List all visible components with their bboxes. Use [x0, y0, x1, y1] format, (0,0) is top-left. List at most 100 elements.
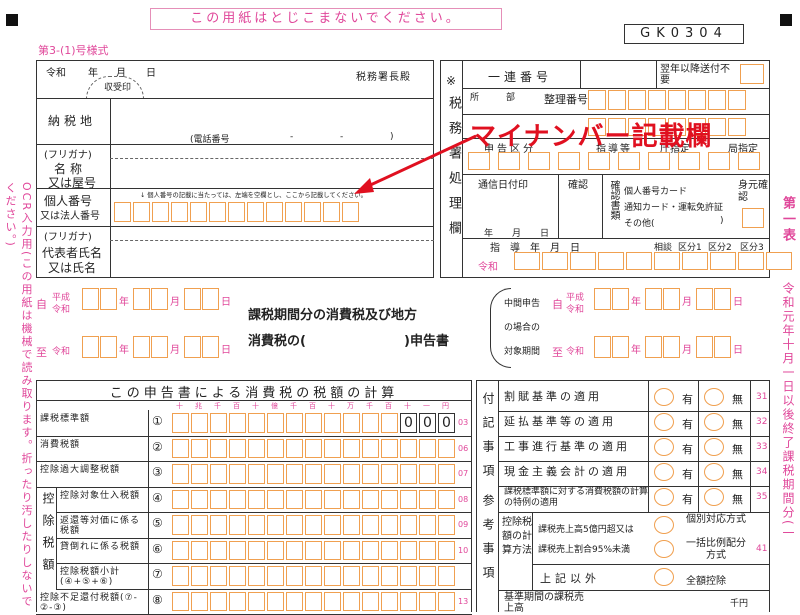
- amount-digit-box[interactable]: [343, 464, 360, 484]
- amount-digit-box[interactable]: [210, 566, 227, 586]
- amount-digit-box[interactable]: [248, 464, 265, 484]
- amount-digit-box[interactable]: [343, 438, 360, 458]
- mynumber-digit-box[interactable]: [285, 202, 302, 222]
- next-year-box[interactable]: [740, 64, 764, 84]
- amount-digit-box[interactable]: [324, 566, 341, 586]
- amount-digit-box[interactable]: [267, 566, 284, 586]
- amount-digit-box[interactable]: [381, 413, 398, 433]
- amount-digit-box[interactable]: [305, 413, 322, 433]
- note-no-box[interactable]: [704, 438, 724, 456]
- office-code-box[interactable]: [738, 152, 760, 170]
- amount-digit-box[interactable]: [419, 515, 436, 535]
- amount-digit-box[interactable]: [362, 515, 379, 535]
- mid-from-digit-box[interactable]: [594, 288, 611, 310]
- ledger-digit-box[interactable]: [588, 90, 606, 110]
- period-from-digit-box[interactable]: [133, 288, 150, 310]
- mynumber-digit-box[interactable]: [171, 202, 188, 222]
- amount-digit-box[interactable]: [267, 540, 284, 560]
- amount-digit-box[interactable]: [305, 464, 322, 484]
- amount-digit-box[interactable]: [362, 413, 379, 433]
- ledger-digit-box[interactable]: [688, 90, 706, 110]
- amount-digit-box[interactable]: 0: [438, 413, 455, 433]
- office-code-box[interactable]: [678, 152, 700, 170]
- mynumber-digit-box[interactable]: [247, 202, 264, 222]
- amount-digit-box[interactable]: [267, 489, 284, 509]
- amount-digit-box[interactable]: [438, 591, 455, 611]
- amount-digit-box[interactable]: [267, 413, 284, 433]
- amount-digit-box[interactable]: [381, 464, 398, 484]
- amount-digit-box[interactable]: [210, 489, 227, 509]
- note-no-box[interactable]: [704, 463, 724, 481]
- amount-digit-box[interactable]: [419, 540, 436, 560]
- amount-digit-box[interactable]: [210, 464, 227, 484]
- amount-digit-box[interactable]: [400, 489, 417, 509]
- mynumber-digit-box[interactable]: [323, 202, 340, 222]
- amount-digit-box[interactable]: [248, 489, 265, 509]
- guidance-date-box[interactable]: [738, 252, 764, 270]
- mynumber-digit-box[interactable]: [304, 202, 321, 222]
- note-yes-box[interactable]: [654, 488, 674, 506]
- mynumber-digit-box[interactable]: [228, 202, 245, 222]
- mid-to-digit-box[interactable]: [594, 336, 611, 358]
- amount-digit-box[interactable]: [305, 591, 322, 611]
- amount-digit-box[interactable]: [191, 566, 208, 586]
- amount-digit-box[interactable]: [229, 515, 246, 535]
- period-to-digit-box[interactable]: [133, 336, 150, 358]
- period-to-digit-box[interactable]: [151, 336, 168, 358]
- amount-digit-box[interactable]: [362, 438, 379, 458]
- note-yes-box[interactable]: [654, 438, 674, 456]
- amount-digit-box[interactable]: [172, 413, 189, 433]
- mynumber-digit-box[interactable]: [209, 202, 226, 222]
- amount-digit-box[interactable]: [400, 464, 417, 484]
- amount-digit-box[interactable]: [362, 489, 379, 509]
- amount-digit-box[interactable]: [305, 540, 322, 560]
- note-no-box[interactable]: [704, 488, 724, 506]
- amount-digit-box[interactable]: [343, 540, 360, 560]
- amount-digit-box[interactable]: [229, 489, 246, 509]
- mid-to-digit-box[interactable]: [714, 336, 731, 358]
- guidance-date-box[interactable]: [626, 252, 652, 270]
- amount-digit-box[interactable]: [324, 464, 341, 484]
- guidance-date-box[interactable]: [542, 252, 568, 270]
- office-code-box[interactable]: [558, 152, 580, 170]
- mid-to-digit-box[interactable]: [645, 336, 662, 358]
- amount-digit-box[interactable]: [324, 438, 341, 458]
- mid-to-digit-box[interactable]: [696, 336, 713, 358]
- amount-digit-box[interactable]: [400, 566, 417, 586]
- amount-digit-box[interactable]: [286, 438, 303, 458]
- ledger-digit-box[interactable]: [728, 90, 746, 110]
- amount-digit-box[interactable]: [324, 591, 341, 611]
- mid-from-digit-box[interactable]: [663, 288, 680, 310]
- amount-digit-box[interactable]: [305, 566, 322, 586]
- amount-digit-box[interactable]: [191, 489, 208, 509]
- guidance-date-box[interactable]: [654, 252, 680, 270]
- amount-digit-box[interactable]: [286, 489, 303, 509]
- method-box-2[interactable]: [654, 540, 674, 558]
- amount-digit-box[interactable]: [229, 591, 246, 611]
- amount-digit-box[interactable]: [381, 489, 398, 509]
- mynumber-digit-box[interactable]: [152, 202, 169, 222]
- guidance-date-box[interactable]: [598, 252, 624, 270]
- period-to-digit-box[interactable]: [100, 336, 117, 358]
- amount-digit-box[interactable]: [419, 566, 436, 586]
- amount-digit-box[interactable]: [419, 464, 436, 484]
- amount-digit-box[interactable]: [248, 540, 265, 560]
- mynumber-digit-box[interactable]: [266, 202, 283, 222]
- amount-digit-box[interactable]: 0: [419, 413, 436, 433]
- amount-digit-box[interactable]: [381, 540, 398, 560]
- guidance-date-box[interactable]: [710, 252, 736, 270]
- amount-digit-box[interactable]: [248, 438, 265, 458]
- amount-digit-box[interactable]: [267, 591, 284, 611]
- period-from-digit-box[interactable]: [100, 288, 117, 310]
- amount-digit-box[interactable]: [305, 489, 322, 509]
- period-from-digit-box[interactable]: [184, 288, 201, 310]
- amount-digit-box[interactable]: [229, 438, 246, 458]
- office-code-box[interactable]: [648, 152, 670, 170]
- amount-digit-box[interactable]: [438, 438, 455, 458]
- guidance-date-box[interactable]: [766, 252, 792, 270]
- amount-digit-box[interactable]: [191, 438, 208, 458]
- amount-digit-box[interactable]: [286, 540, 303, 560]
- amount-digit-box[interactable]: [210, 540, 227, 560]
- mid-from-digit-box[interactable]: [645, 288, 662, 310]
- period-to-digit-box[interactable]: [184, 336, 201, 358]
